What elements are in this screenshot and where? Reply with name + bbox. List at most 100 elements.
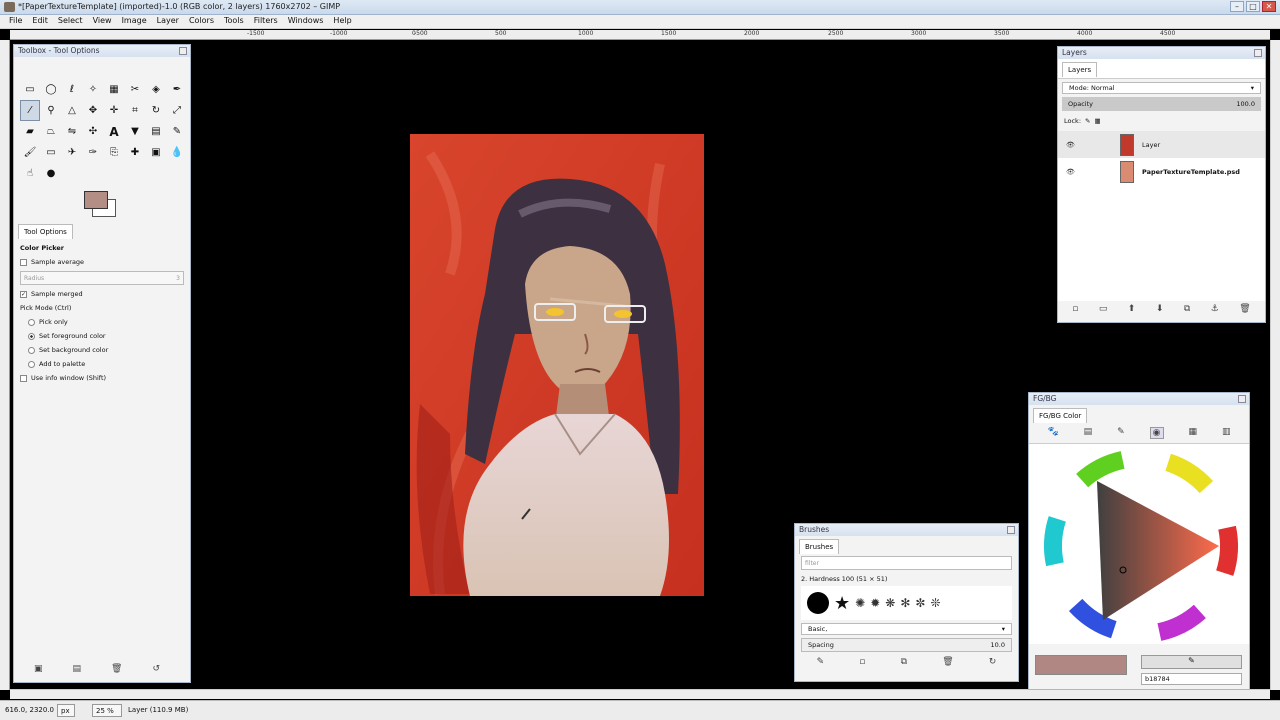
pencil-tool[interactable]: ✎ [167,121,187,142]
free-select-tool[interactable]: ℓ [62,79,82,100]
tab-fgbg-color[interactable]: FG/BG Color [1033,408,1088,423]
rect-select-tool[interactable]: ▭ [20,79,40,100]
radius-field[interactable]: Radius 3 [20,271,184,285]
lock-pixels-icon[interactable]: ✎ [1085,117,1090,125]
tab-layers[interactable]: Layers [1062,62,1098,77]
palette-selector-icon[interactable]: ▦ [1189,427,1198,439]
panel-close-button[interactable] [179,47,187,55]
menu-help[interactable]: Help [328,15,356,28]
set-background-radio[interactable] [28,346,35,354]
layer-item[interactable]: 👁 Layer [1058,131,1265,158]
mode-select[interactable]: Mode: Normal ▾ [1062,82,1261,94]
menu-file[interactable]: File [4,15,27,28]
paths-tool[interactable]: ✒ [167,79,187,100]
foreground-color-swatch[interactable] [84,191,108,209]
text-tool[interactable]: A [104,121,124,142]
foreground-select-tool[interactable]: ◈ [146,79,166,100]
dodge-burn-tool[interactable]: ● [41,163,61,184]
tab-tool-options[interactable]: Tool Options [18,224,73,239]
menu-image[interactable]: Image [117,15,152,28]
lower-layer-icon[interactable]: ⬇ [1156,304,1164,314]
panel-close-button[interactable] [1007,526,1015,534]
close-button[interactable]: ✕ [1262,1,1276,12]
delete-layer-icon[interactable]: 🗑 [1239,304,1250,314]
sample-merged-checkbox[interactable]: ✓ [20,290,27,298]
zoom-tool[interactable]: ⚲ [41,100,61,121]
panel-close-button[interactable] [1238,395,1246,403]
minimize-button[interactable]: – [1230,1,1244,12]
color-wheel[interactable] [1029,444,1249,644]
new-layer-icon[interactable]: ▫ [1072,304,1078,314]
maximize-button[interactable]: □ [1246,1,1260,12]
restore-options-icon[interactable]: ▤ [73,664,82,674]
smudge-tool[interactable]: ☝ [20,163,40,184]
zoom-select[interactable]: 25 % [92,704,122,717]
brush-texture[interactable]: ❊ [930,596,940,610]
duplicate-layer-icon[interactable]: ⧉ [1184,304,1190,314]
blur-tool[interactable]: 💧 [167,142,187,163]
fg-color-preview[interactable] [1035,655,1127,675]
scales-selector-icon[interactable]: ▥ [1222,427,1231,439]
reset-options-icon[interactable]: ↺ [152,664,160,674]
align-tool[interactable]: ✛ [104,100,124,121]
add-to-palette-radio[interactable] [28,360,35,368]
color-picker-tool[interactable]: ⁄ [20,100,40,121]
menu-tools[interactable]: Tools [219,15,249,28]
sample-average-checkbox[interactable] [20,258,27,266]
heal-tool[interactable]: ✚ [125,142,145,163]
opacity-slider[interactable]: Opacity 100.0 [1062,97,1261,111]
brush-grid[interactable]: ★ ✺ ✹ ❋ ✻ ✼ ❊ [801,586,1012,620]
crop-tool[interactable]: ⌗ [125,100,145,121]
eye-icon[interactable]: 👁 [1066,168,1078,176]
airbrush-tool[interactable]: ✈ [62,142,82,163]
delete-options-icon[interactable]: 🗑 [111,664,122,674]
lock-alpha-icon[interactable]: ▦ [1094,117,1100,125]
brush-tag-select[interactable]: Basic, ▾ [801,623,1012,635]
vertical-ruler[interactable] [0,40,10,690]
ink-tool[interactable]: ✑ [83,142,103,163]
menu-edit[interactable]: Edit [27,15,53,28]
perspective-clone-tool[interactable]: ▣ [146,142,166,163]
eye-icon[interactable]: 👁 [1066,141,1078,149]
layer-item[interactable]: 👁 PaperTextureTemplate.psd [1058,158,1265,185]
flip-tool[interactable]: ⇋ [62,121,82,142]
use-info-window-checkbox[interactable] [20,374,27,382]
save-options-icon[interactable]: ▣ [34,664,43,674]
brush-texture[interactable]: ❋ [885,596,895,610]
unit-select[interactable]: px [57,704,75,717]
shear-tool[interactable]: ▰ [20,121,40,142]
duplicate-brush-icon[interactable]: ⧉ [901,657,907,667]
menu-view[interactable]: View [88,15,117,28]
new-group-icon[interactable]: ▭ [1099,304,1108,314]
eraser-tool[interactable]: ▭ [41,142,61,163]
tab-brushes[interactable]: Brushes [799,539,840,554]
select-by-color-tool[interactable]: ▦ [104,79,124,100]
perspective-tool[interactable]: ⏢ [41,121,61,142]
brush-texture[interactable]: ✺ [855,596,865,610]
pick-only-radio[interactable] [28,318,35,326]
brush-hardness-100[interactable] [807,592,829,614]
scale-tool[interactable]: ⤢ [167,100,187,121]
horizontal-scrollbar[interactable] [10,689,1270,699]
cmyk-selector-icon[interactable]: ▤ [1084,427,1093,439]
horizontal-ruler[interactable]: -1500 -1000 -500 0 500 1000 1500 2000 25… [10,30,1270,40]
brush-texture[interactable]: ✻ [900,596,910,610]
set-foreground-radio[interactable] [28,332,35,340]
raise-layer-icon[interactable]: ⬆ [1128,304,1136,314]
delete-brush-icon[interactable]: 🗑 [942,657,953,667]
color-wheel-area[interactable] [1029,444,1249,644]
blend-tool[interactable]: ▤ [146,121,166,142]
brush-texture[interactable]: ✼ [915,596,925,610]
menu-layer[interactable]: Layer [152,15,184,28]
cage-tool[interactable]: ✣ [83,121,103,142]
menu-windows[interactable]: Windows [283,15,329,28]
vertical-scrollbar[interactable] [1270,40,1280,690]
menu-colors[interactable]: Colors [184,15,219,28]
rotate-tool[interactable]: ↻ [146,100,166,121]
move-tool[interactable]: ✥ [83,100,103,121]
menu-filters[interactable]: Filters [249,15,283,28]
spacing-slider[interactable]: Spacing 10.0 [801,638,1012,652]
bucket-fill-tool[interactable]: ▼ [125,121,145,142]
refresh-brushes-icon[interactable]: ↻ [989,657,997,667]
hex-input[interactable]: b18784 [1141,673,1242,685]
